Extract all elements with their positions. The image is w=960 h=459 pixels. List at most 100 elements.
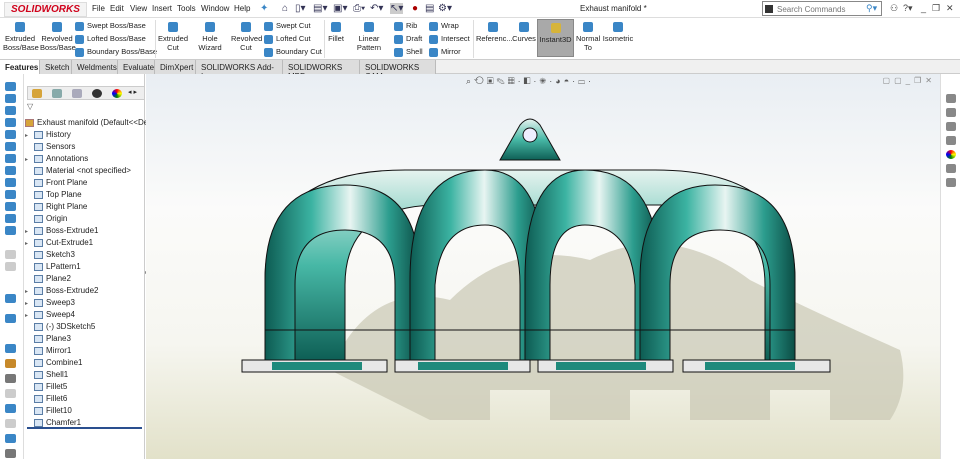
scroll-tabs-arrows[interactable]: ◂ ▸	[128, 88, 137, 96]
tree-item[interactable]: Mirror1	[25, 346, 71, 355]
file-explorer-icon[interactable]	[946, 136, 956, 145]
tree-item[interactable]: ▸ Sweep4	[25, 310, 75, 319]
tool-icon[interactable]	[5, 374, 16, 383]
feature-manager-tab-icon[interactable]	[32, 89, 42, 98]
expand-arrow-icon[interactable]: ▸	[25, 288, 34, 295]
tool-icon[interactable]	[5, 226, 16, 235]
isometric-button[interactable]: Isometric	[602, 22, 634, 43]
tool-icon[interactable]	[5, 142, 16, 151]
custom-properties-icon[interactable]	[946, 164, 956, 173]
tree-item[interactable]: Sketch3	[25, 250, 75, 259]
curves-button[interactable]: Curves	[511, 22, 537, 43]
tool-icon[interactable]	[5, 419, 16, 428]
tool-icon[interactable]	[5, 359, 16, 368]
tool-icon[interactable]	[5, 314, 16, 323]
tree-item[interactable]: Fillet6	[25, 394, 67, 403]
tree-item[interactable]: ▸ Boss-Extrude2	[25, 286, 98, 295]
tool-icon[interactable]	[5, 214, 16, 223]
tool-icon[interactable]	[5, 344, 16, 353]
swept-cut-button[interactable]: Swept Cut	[264, 21, 311, 31]
revolved-cut-button[interactable]: Revolved Cut	[231, 22, 262, 52]
design-library-icon[interactable]	[946, 122, 956, 131]
search-icon[interactable]: ⚲▾	[866, 3, 877, 14]
tab-cam[interactable]: SOLIDWORKS CAM	[360, 60, 436, 81]
display-manager-tab-icon[interactable]	[112, 89, 122, 98]
undo-icon[interactable]: ↶▾	[370, 3, 383, 14]
lofted-cut-button[interactable]: Lofted Cut	[264, 34, 311, 44]
dimxpert-tab-icon[interactable]	[92, 89, 102, 98]
rebuild-icon[interactable]: ●	[412, 3, 418, 14]
lofted-boss-button[interactable]: Lofted Boss/Base	[75, 34, 146, 44]
tree-item[interactable]: Sensors	[25, 142, 75, 151]
graphics-area[interactable]: ⌕⟲▣✎▦·◧·✺·◕◓·▭· ▢▢_❐✕	[146, 74, 940, 459]
tool-icon[interactable]	[5, 130, 16, 139]
tool-icon[interactable]	[5, 404, 16, 413]
search-commands-input[interactable]: Search Commands	[762, 1, 882, 16]
draft-button[interactable]: Draft	[394, 34, 422, 44]
tree-item[interactable]: Material <not specified>	[25, 166, 131, 175]
print-icon[interactable]: ⎙▾	[353, 3, 365, 14]
intersect-button[interactable]: Intersect	[429, 34, 470, 44]
boundary-cut-button[interactable]: Boundary Cut	[264, 47, 322, 57]
solidworks-logo[interactable]: SOLIDWORKS	[4, 2, 87, 17]
tree-item[interactable]: Combine1	[25, 358, 82, 367]
tab-features[interactable]: Features	[0, 60, 40, 74]
tool-icon[interactable]	[5, 82, 16, 91]
tree-item[interactable]: Fillet10	[25, 406, 72, 415]
save-icon[interactable]: ▣▾	[333, 3, 347, 14]
select-icon[interactable]: ↖▾	[390, 3, 404, 14]
tree-item[interactable]: Chamfer1	[25, 418, 81, 427]
tree-item[interactable]: (-) 3DSketch5	[25, 322, 95, 331]
home-task-icon[interactable]	[946, 94, 956, 103]
instant3d-button[interactable]: Instant3D	[537, 19, 574, 57]
appearances-icon[interactable]	[946, 150, 956, 159]
tool-icon[interactable]	[5, 294, 16, 303]
tool-icon[interactable]	[5, 118, 16, 127]
menu-file[interactable]: File	[92, 4, 105, 13]
file-properties-icon[interactable]: ▤	[425, 3, 434, 14]
configuration-manager-tab-icon[interactable]	[72, 89, 82, 98]
resources-task-icon[interactable]	[946, 108, 956, 117]
tool-icon[interactable]	[5, 154, 16, 163]
tool-icon[interactable]	[5, 449, 16, 458]
reference-geometry-button[interactable]: Referenc...	[476, 22, 513, 43]
wrap-button[interactable]: Wrap	[429, 21, 459, 31]
user-icon[interactable]: ⚇	[890, 3, 898, 14]
menu-edit[interactable]: Edit	[110, 4, 124, 13]
tool-icon[interactable]	[5, 190, 16, 199]
tree-item[interactable]: LPattern1	[25, 262, 81, 271]
tool-icon[interactable]	[5, 434, 16, 443]
tree-item[interactable]: Shell1	[25, 370, 68, 379]
tool-icon[interactable]	[5, 106, 16, 115]
shell-button[interactable]: Shell	[394, 47, 423, 57]
close-button[interactable]: ✕	[946, 3, 954, 14]
menu-help[interactable]: Help	[234, 4, 250, 13]
tree-item[interactable]: Fillet5	[25, 382, 67, 391]
tool-icon[interactable]	[5, 94, 16, 103]
normal-to-button[interactable]: Normal To	[576, 22, 600, 52]
tab-mbd[interactable]: SOLIDWORKS MBD	[283, 60, 360, 81]
tree-item[interactable]: ▸ Annotations	[25, 154, 88, 163]
tab-weldments[interactable]: Weldments	[72, 60, 118, 74]
hole-wizard-button[interactable]: Hole Wizard	[190, 22, 230, 52]
tree-item[interactable]: Origin	[25, 214, 67, 223]
expand-arrow-icon[interactable]: ▸	[25, 312, 34, 319]
tree-item[interactable]: Right Plane	[25, 202, 87, 211]
tree-item[interactable]: ▸ Boss-Extrude1	[25, 226, 98, 235]
help-icon[interactable]: ?▾	[903, 3, 913, 14]
fillet-button[interactable]: Fillet	[327, 22, 345, 43]
menu-window[interactable]: Window	[201, 4, 229, 13]
expand-arrow-icon[interactable]: ▸	[25, 228, 34, 235]
tree-item[interactable]: Front Plane	[25, 178, 87, 187]
exhaust-manifold-model[interactable]	[146, 74, 940, 459]
tool-icon[interactable]	[5, 166, 16, 175]
menu-insert[interactable]: Insert	[152, 4, 172, 13]
tab-addins[interactable]: SOLIDWORKS Add-Ins	[196, 60, 283, 81]
rib-button[interactable]: Rib	[394, 21, 417, 31]
tab-evaluate[interactable]: Evaluate	[118, 60, 155, 74]
swept-boss-button[interactable]: Swept Boss/Base	[75, 21, 146, 31]
extruded-boss-button[interactable]: Extruded Boss/Base	[3, 22, 39, 52]
linear-pattern-button[interactable]: Linear Pattern	[346, 22, 392, 52]
tab-sketch[interactable]: Sketch	[40, 60, 72, 74]
tool-icon[interactable]	[5, 262, 16, 271]
